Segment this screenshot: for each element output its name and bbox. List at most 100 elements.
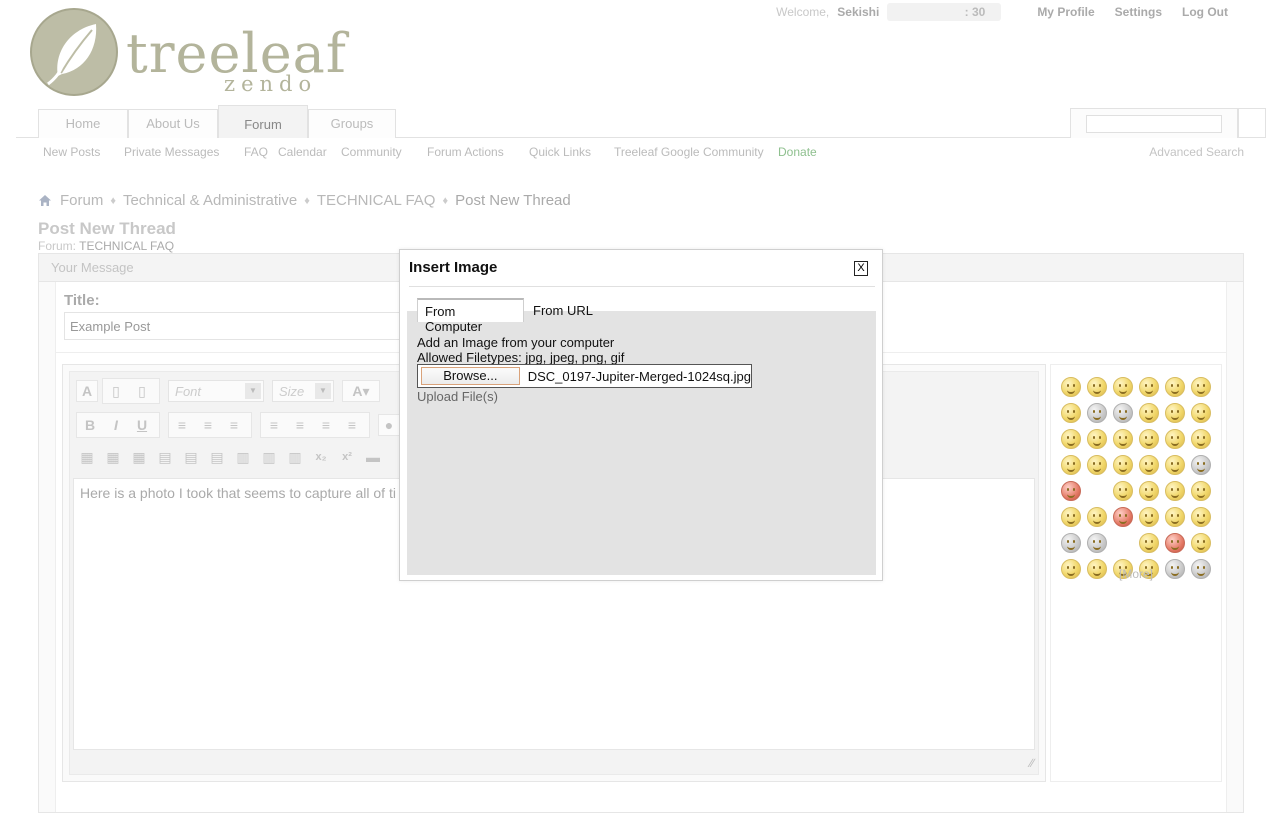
outdent-icon[interactable]: ≡ bbox=[315, 414, 337, 436]
search-input[interactable] bbox=[1086, 115, 1222, 133]
forum-name-link[interactable]: TECHNICAL FAQ bbox=[79, 239, 174, 253]
row-before-icon[interactable]: ▤ bbox=[154, 446, 176, 468]
smiley-icon[interactable] bbox=[1139, 403, 1159, 423]
smiley-icon[interactable] bbox=[1113, 429, 1133, 449]
table-props-icon[interactable]: ▦ bbox=[102, 446, 124, 468]
smiley-icon[interactable] bbox=[1191, 377, 1211, 397]
notification-counter[interactable]: : 30 bbox=[887, 3, 1002, 21]
smiley-icon[interactable] bbox=[1165, 403, 1185, 423]
paste-icon[interactable]: ▯ bbox=[105, 380, 127, 402]
remove-format-icon[interactable]: A bbox=[76, 380, 98, 402]
smiley-icon[interactable] bbox=[1087, 429, 1107, 449]
size-select[interactable]: Size ▼ bbox=[272, 380, 334, 402]
smiley-icon[interactable] bbox=[1061, 455, 1081, 475]
subnav-faq[interactable]: FAQ bbox=[244, 145, 268, 159]
subnav-quick-links[interactable]: Quick Links bbox=[529, 145, 591, 159]
username-link[interactable]: Sekishi bbox=[837, 5, 879, 19]
smiley-icon[interactable] bbox=[1139, 429, 1159, 449]
smiley-icon[interactable] bbox=[1061, 507, 1081, 527]
smiley-icon[interactable] bbox=[1191, 481, 1211, 501]
smiley-icon[interactable] bbox=[1191, 533, 1211, 553]
smiley-icon[interactable] bbox=[1087, 507, 1107, 527]
smiley-icon[interactable] bbox=[1191, 403, 1211, 423]
more-smilies-link[interactable]: [More] bbox=[1051, 567, 1221, 581]
smiley-icon[interactable] bbox=[1139, 377, 1159, 397]
superscript-icon[interactable]: x² bbox=[336, 446, 358, 468]
smiley-icon[interactable] bbox=[1061, 481, 1081, 501]
smiley-icon[interactable] bbox=[1113, 377, 1133, 397]
unordered-list-icon[interactable]: ≡ bbox=[289, 414, 311, 436]
row-delete-icon[interactable]: ▤ bbox=[206, 446, 228, 468]
browse-button[interactable]: Browse... bbox=[421, 367, 520, 385]
site-logo[interactable]: treeleaf zendo bbox=[28, 6, 346, 98]
paste-word-icon[interactable]: ▯ bbox=[131, 380, 153, 402]
file-input[interactable]: Browse... DSC_0197-Jupiter-Merged-1024sq… bbox=[417, 364, 752, 388]
subnav-donate[interactable]: Donate bbox=[778, 145, 817, 159]
tab-home[interactable]: Home bbox=[38, 109, 128, 138]
tab-groups[interactable]: Groups bbox=[308, 109, 396, 138]
smiley-icon[interactable] bbox=[1165, 377, 1185, 397]
breadcrumb-technical-faq[interactable]: TECHNICAL FAQ bbox=[317, 192, 436, 209]
tab-from-url[interactable]: From URL bbox=[525, 298, 601, 322]
table-icon[interactable]: ▦ bbox=[76, 446, 98, 468]
table-delete-icon[interactable]: ▦ bbox=[128, 446, 150, 468]
my-profile-link[interactable]: My Profile bbox=[1037, 5, 1094, 19]
align-left-icon[interactable]: ≡ bbox=[171, 414, 193, 436]
smiley-icon[interactable] bbox=[1165, 455, 1185, 475]
font-select[interactable]: Font ▼ bbox=[168, 380, 264, 402]
italic-icon[interactable]: I bbox=[105, 414, 127, 436]
subnav-forum-actions[interactable]: Forum Actions bbox=[427, 145, 504, 159]
smiley-icon[interactable] bbox=[1139, 507, 1159, 527]
thread-title-input[interactable]: Example Post bbox=[64, 312, 444, 340]
upload-files-button[interactable]: Upload File(s) bbox=[417, 389, 498, 404]
row-after-icon[interactable]: ▤ bbox=[180, 446, 202, 468]
smiley-icon[interactable] bbox=[1191, 429, 1211, 449]
subnav-google-community[interactable]: Treeleaf Google Community bbox=[614, 145, 764, 159]
smiley-icon[interactable] bbox=[1113, 455, 1133, 475]
smiley-icon[interactable] bbox=[1087, 455, 1107, 475]
subnav-community[interactable]: Community bbox=[341, 145, 402, 159]
breadcrumb-technical-admin[interactable]: Technical & Administrative bbox=[123, 192, 297, 209]
smiley-icon[interactable] bbox=[1139, 533, 1159, 553]
underline-icon[interactable]: U bbox=[131, 414, 153, 436]
smiley-icon[interactable] bbox=[1061, 403, 1081, 423]
tab-from-computer[interactable]: From Computer bbox=[417, 298, 524, 334]
text-color-icon[interactable]: A▾ bbox=[342, 380, 380, 402]
col-delete-icon[interactable]: ▥ bbox=[284, 446, 306, 468]
smiley-icon[interactable] bbox=[1087, 377, 1107, 397]
smiley-icon[interactable] bbox=[1113, 507, 1133, 527]
col-before-icon[interactable]: ▥ bbox=[232, 446, 254, 468]
indent-icon[interactable]: ≡ bbox=[341, 414, 363, 436]
smiley-icon[interactable] bbox=[1087, 533, 1107, 553]
smiley-icon[interactable] bbox=[1061, 429, 1081, 449]
smiley-icon[interactable] bbox=[1061, 533, 1081, 553]
smiley-icon[interactable] bbox=[1087, 403, 1107, 423]
search-button[interactable] bbox=[1238, 108, 1266, 138]
smiley-icon[interactable] bbox=[1061, 377, 1081, 397]
smiley-icon[interactable] bbox=[1165, 481, 1185, 501]
resize-handle-icon[interactable]: ∕∕ bbox=[1030, 756, 1034, 770]
smiley-icon[interactable] bbox=[1191, 507, 1211, 527]
ordered-list-icon[interactable]: ≡ bbox=[263, 414, 285, 436]
subscript-icon[interactable]: x₂ bbox=[310, 446, 332, 468]
subnav-new-posts[interactable]: New Posts bbox=[43, 145, 100, 159]
tab-forum[interactable]: Forum bbox=[218, 105, 308, 138]
smiley-icon[interactable] bbox=[1087, 481, 1107, 501]
smiley-icon[interactable] bbox=[1165, 507, 1185, 527]
smiley-icon[interactable] bbox=[1139, 481, 1159, 501]
subnav-private-messages[interactable]: Private Messages bbox=[124, 145, 219, 159]
bold-icon[interactable]: B bbox=[79, 414, 101, 436]
smiley-icon[interactable] bbox=[1165, 533, 1185, 553]
insert-link-icon[interactable]: ● bbox=[378, 414, 400, 436]
smiley-icon[interactable] bbox=[1113, 403, 1133, 423]
home-icon[interactable] bbox=[38, 194, 52, 207]
align-center-icon[interactable]: ≡ bbox=[197, 414, 219, 436]
breadcrumb-forum[interactable]: Forum bbox=[60, 192, 103, 209]
col-after-icon[interactable]: ▥ bbox=[258, 446, 280, 468]
log-out-link[interactable]: Log Out bbox=[1182, 5, 1228, 19]
smiley-icon[interactable] bbox=[1139, 455, 1159, 475]
smiley-icon[interactable] bbox=[1113, 533, 1133, 553]
advanced-search-link[interactable]: Advanced Search bbox=[1149, 145, 1244, 159]
align-right-icon[interactable]: ≡ bbox=[223, 414, 245, 436]
settings-link[interactable]: Settings bbox=[1115, 5, 1162, 19]
